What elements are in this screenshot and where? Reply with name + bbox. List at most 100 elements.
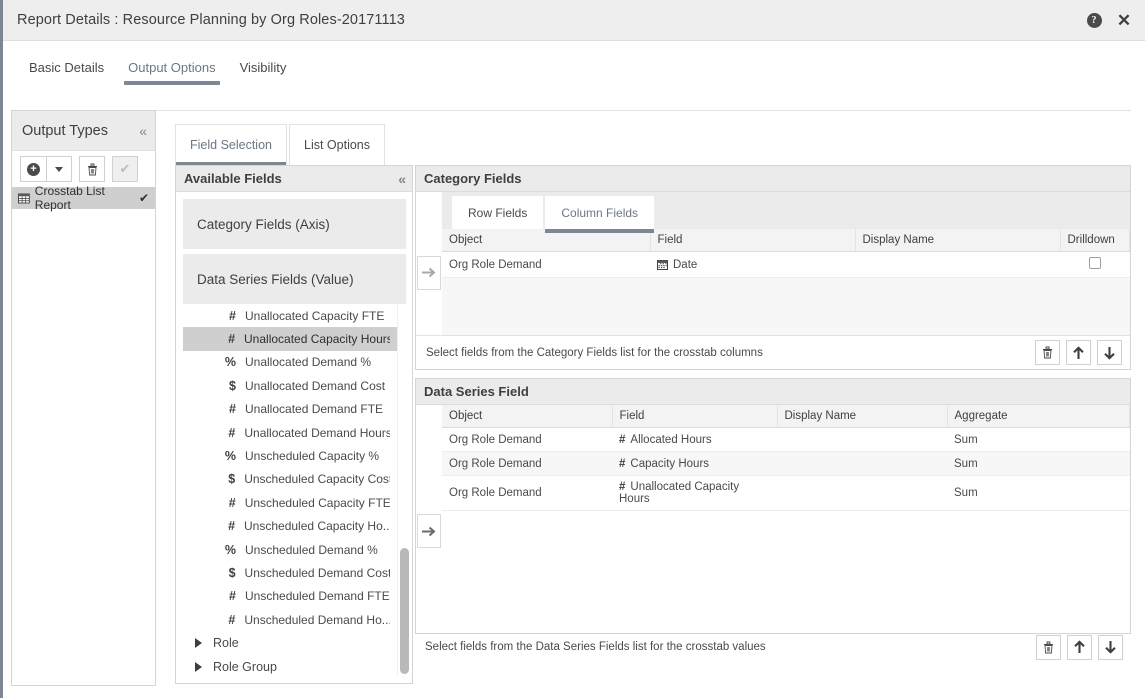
available-field-item[interactable]: % Unallocated Demand % — [183, 351, 406, 374]
table-row[interactable]: Org Role Demand # Allocated Hours Sum — [442, 427, 1130, 452]
available-field-item[interactable]: % Unscheduled Demand % — [183, 538, 406, 561]
available-field-item[interactable]: # Unscheduled Capacity Ho... — [183, 515, 406, 538]
accordion-category-fields[interactable]: Category Fields (Axis) — [183, 199, 406, 249]
column-header-field[interactable]: Field — [612, 405, 778, 428]
table-row[interactable]: Org Role Demand Date — [442, 251, 1130, 278]
tab-list-options[interactable]: List Options — [289, 124, 386, 165]
cell-display-name[interactable] — [777, 475, 947, 511]
column-header-drilldown[interactable]: Drilldown — [1060, 229, 1130, 252]
expand-arrow-icon[interactable] — [183, 638, 213, 649]
move-to-category-fields-button[interactable] — [417, 255, 441, 290]
cell-aggregate[interactable]: Sum — [947, 475, 1130, 511]
close-icon[interactable]: ✕ — [1115, 11, 1133, 29]
available-field-item[interactable]: # Unallocated Capacity Hours — [183, 327, 406, 351]
tab-visibility[interactable]: Visibility — [228, 41, 299, 92]
tab-output-options-label: Output Options — [128, 60, 216, 75]
dialog-titlebar: Report Details : Resource Planning by Or… — [3, 0, 1145, 41]
move-to-data-series-button[interactable] — [417, 514, 441, 548]
cell-drilldown — [1060, 251, 1130, 278]
column-header-display-name[interactable]: Display Name — [855, 229, 1061, 252]
data-series-field-body: Object Field Display Name Aggregate Org … — [416, 405, 1130, 633]
available-field-item[interactable]: # Unallocated Demand Hours — [183, 421, 406, 444]
cell-aggregate[interactable]: Sum — [947, 427, 1130, 452]
data-series-move-down-button[interactable] — [1098, 634, 1123, 660]
cell-display-name[interactable] — [855, 251, 1060, 278]
trash-icon — [1044, 641, 1053, 653]
available-field-item[interactable]: $ Unscheduled Capacity Cost — [183, 468, 406, 491]
collapse-chevron-icon[interactable]: « — [139, 123, 147, 139]
active-category-tab-indicator — [545, 229, 655, 233]
category-fields-panel: Category Fields Row Fields Column Fields… — [415, 165, 1131, 370]
expand-arrow-icon[interactable] — [183, 661, 213, 672]
category-move-up-button[interactable] — [1066, 340, 1091, 365]
column-header-aggregate[interactable]: Aggregate — [947, 405, 1130, 428]
available-field-item[interactable]: # Unallocated Capacity FTE — [183, 304, 406, 327]
data-series-move-up-button[interactable] — [1067, 634, 1092, 660]
tab-row-fields-label: Row Fields — [468, 205, 528, 220]
data-series-delete-button[interactable] — [1036, 634, 1061, 660]
category-move-down-button[interactable] — [1097, 340, 1122, 365]
cell-field-label: Allocated Hours — [630, 433, 712, 446]
column-header-field[interactable]: Field — [650, 229, 856, 252]
arrow-down-icon — [1104, 346, 1115, 360]
add-output-type-dropdown[interactable] — [46, 156, 72, 182]
tab-column-fields[interactable]: Column Fields — [545, 196, 655, 233]
cell-display-name[interactable] — [777, 451, 947, 476]
main-tab-bar: Basic Details Output Options Visibility — [3, 41, 1145, 92]
tab-basic-details[interactable]: Basic Details — [17, 41, 116, 92]
cell-field: # Capacity Hours — [612, 451, 777, 476]
drilldown-checkbox[interactable] — [1088, 257, 1101, 269]
tree-item-label: Role Group — [213, 659, 277, 674]
cell-display-name[interactable] — [777, 427, 947, 452]
data-series-field-panel: Data Series Field Object Field Display N… — [415, 378, 1131, 634]
cell-object: Org Role Demand — [442, 451, 612, 476]
available-field-label: Unallocated Demand Hours — [244, 425, 390, 440]
cell-field: Date — [650, 251, 855, 278]
data-series-hint: Select fields from the Data Series Field… — [425, 641, 766, 653]
available-fields-collapse-icon[interactable]: « — [398, 171, 406, 187]
delete-output-type-button[interactable] — [79, 156, 105, 182]
category-fields-empty-area — [442, 278, 1130, 335]
category-delete-button[interactable] — [1035, 340, 1060, 365]
available-fields-list[interactable]: # Unallocated Capacity FTE # Unallocated Ca… — [183, 304, 406, 676]
category-fields-hint: Select fields from the Category Fields l… — [426, 346, 763, 359]
tab-field-selection[interactable]: Field Selection — [175, 124, 287, 166]
tab-output-options[interactable]: Output Options — [116, 41, 227, 92]
cell-field-label: Capacity Hours — [630, 457, 710, 470]
data-series-field-title: Data Series Field — [424, 384, 529, 399]
help-icon[interactable]: ? — [1085, 11, 1103, 29]
available-field-item[interactable]: $ Unscheduled Demand Cost — [183, 561, 406, 584]
category-fields-header: Category Fields — [416, 166, 1130, 192]
cell-object: Org Role Demand — [442, 427, 612, 452]
table-row[interactable]: Org Role Demand # Unallocated Capacity Hou… — [442, 475, 1130, 511]
cell-field-label: Date — [673, 258, 698, 271]
available-fields-body: Category Fields (Axis) Data Series Field… — [176, 192, 412, 683]
arrow-right-icon — [422, 526, 436, 536]
available-field-item[interactable]: $ Unallocated Demand Cost — [183, 374, 406, 397]
category-fields-footer: Select fields from the Category Fields l… — [416, 335, 1130, 369]
field-type-icon: $ — [228, 472, 236, 487]
available-field-tree-item[interactable]: Role Group — [183, 655, 406, 676]
available-field-tree-item[interactable]: Role — [183, 631, 406, 654]
available-fields-scrollbar[interactable] — [397, 304, 410, 676]
output-type-item-crosstab-list-report[interactable]: Crosstab List Report ✔ — [12, 184, 155, 212]
accordion-data-series-fields[interactable]: Data Series Fields (Value) — [183, 254, 406, 304]
category-fields-body: Row Fields Column Fields Object Field Di… — [416, 192, 1130, 335]
data-series-empty-area — [442, 511, 1130, 633]
tab-row-fields[interactable]: Row Fields — [452, 196, 544, 229]
column-header-display-name[interactable]: Display Name — [777, 405, 948, 428]
cell-field: # Unallocated Capacity Hours — [612, 475, 777, 511]
available-field-item[interactable]: # Unscheduled Demand FTE — [183, 585, 406, 608]
available-field-item[interactable]: % Unscheduled Capacity % — [183, 444, 406, 467]
field-type-icon: # — [229, 308, 236, 323]
add-output-type-button[interactable]: + — [20, 156, 46, 182]
cell-aggregate[interactable]: Sum — [947, 451, 1130, 476]
scrollbar-thumb[interactable] — [400, 548, 409, 674]
available-field-item[interactable]: # Unscheduled Capacity FTE — [183, 491, 406, 514]
available-field-item[interactable]: # Unallocated Demand FTE — [183, 398, 406, 421]
column-header-object[interactable]: Object — [442, 405, 613, 428]
available-field-item[interactable]: # Unscheduled Demand Ho... — [183, 608, 406, 631]
confirm-output-type-button[interactable]: ✔ — [112, 156, 138, 182]
table-row[interactable]: Org Role Demand # Capacity Hours Sum — [442, 451, 1130, 476]
available-fields-title: Available Fields — [184, 171, 282, 186]
